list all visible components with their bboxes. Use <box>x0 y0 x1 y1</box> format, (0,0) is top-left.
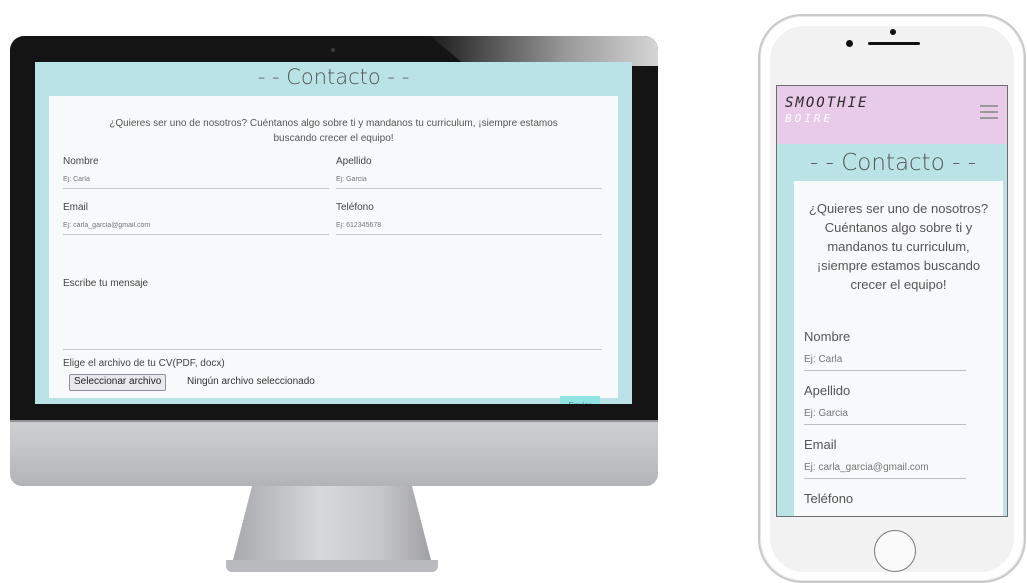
nombre-field: Nombre <box>63 156 329 189</box>
logo-smoothie[interactable]: SMOOTHIE <box>785 95 868 111</box>
email-label: Email <box>63 202 89 213</box>
phone-camera <box>890 29 896 35</box>
page-title: - - Contacto - - <box>257 65 410 89</box>
mobile-apellido-field: Apellido <box>804 383 966 425</box>
mobile-apellido-underline <box>804 424 966 425</box>
mobile-screen: SMOOTHIE BOIRE - - Contacto - - ¿Quieres… <box>776 85 1008 517</box>
contact-form-card: ¿Quieres ser uno de nosotros? Cuéntanos … <box>49 96 618 404</box>
phone-home-button <box>874 530 916 572</box>
mobile-apellido-input[interactable] <box>804 401 966 421</box>
send-button[interactable]: Enviar <box>560 396 600 404</box>
mobile-header: SMOOTHIE BOIRE <box>777 86 1007 144</box>
mobile-telefono-label: Teléfono <box>804 491 854 506</box>
phone-sensor <box>846 40 853 47</box>
monitor-chin-divider <box>10 420 658 422</box>
mobile-apellido-label: Apellido <box>804 383 851 398</box>
mobile-email-field: Email <box>804 437 966 479</box>
email-underline <box>63 234 329 235</box>
telefono-field: Teléfono <box>336 202 602 235</box>
email-input[interactable] <box>63 216 329 232</box>
file-status-text: Ningún archivo seleccionado <box>187 376 315 387</box>
apellido-label: Apellido <box>336 156 372 167</box>
phone-speaker <box>868 42 920 45</box>
monitor-camera <box>331 48 335 52</box>
monitor-stand-base <box>226 560 438 572</box>
email-field: Email <box>63 202 329 235</box>
desktop-screen: - - Contacto - - ¿Quieres ser uno de nos… <box>35 62 632 404</box>
telefono-input[interactable] <box>336 216 602 232</box>
mobile-page-title: - - Contacto - - <box>810 150 976 176</box>
mobile-nombre-input[interactable] <box>804 347 966 367</box>
telefono-underline <box>336 234 602 235</box>
telefono-label: Teléfono <box>336 202 374 213</box>
apellido-input[interactable] <box>336 170 602 186</box>
message-textarea[interactable] <box>63 294 602 350</box>
mobile-intro-text: ¿Quieres ser uno de nosotros? Cuéntanos … <box>808 201 989 292</box>
mobile-email-underline <box>804 478 966 479</box>
monitor-chin <box>10 420 658 486</box>
nombre-label: Nombre <box>63 156 99 167</box>
monitor-stand <box>232 486 432 564</box>
nombre-underline <box>63 188 329 189</box>
form-intro-text: ¿Quieres ser uno de nosotros? Cuéntanos … <box>109 118 558 144</box>
mobile-email-label: Email <box>804 437 837 452</box>
message-label: Escribe tu mensaje <box>63 278 149 289</box>
select-file-button[interactable]: Seleccionar archivo <box>69 374 167 391</box>
mobile-nombre-field: Nombre <box>804 329 966 371</box>
mobile-nombre-label: Nombre <box>804 329 851 344</box>
apellido-underline <box>336 188 602 189</box>
apellido-field: Apellido <box>336 156 602 189</box>
nombre-input[interactable] <box>63 170 329 186</box>
mobile-nombre-underline <box>804 370 966 371</box>
mobile-email-input[interactable] <box>804 455 966 475</box>
hamburger-icon[interactable] <box>980 105 998 119</box>
cv-file-label: Elige el archivo de tu CV(PDF, docx) <box>63 358 225 369</box>
logo-boire[interactable]: BOIRE <box>785 112 833 125</box>
mobile-telefono-field: Teléfono <box>804 491 966 509</box>
